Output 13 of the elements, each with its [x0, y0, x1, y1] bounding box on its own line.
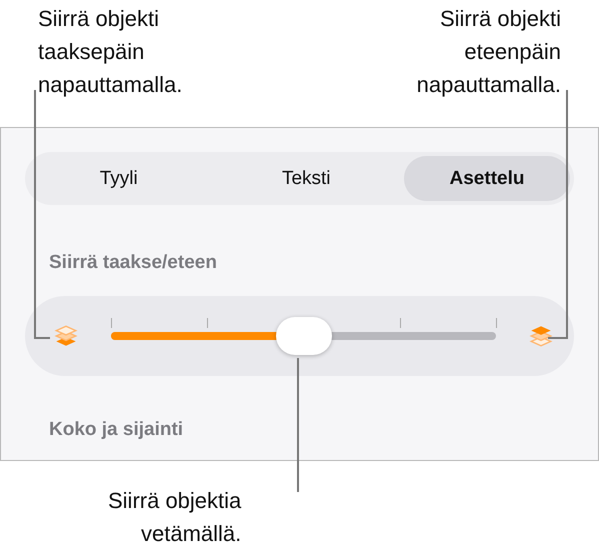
callout-text: Siirrä objektia vetämällä.	[108, 487, 242, 548]
tab[interactable]: Teksti	[216, 156, 396, 201]
callout-text: Siirrä objekti taaksepäin napauttamalla.	[38, 5, 182, 99]
tick-mark	[496, 318, 497, 328]
tab[interactable]: Tyyli	[29, 156, 208, 201]
callout-text: Siirrä objekti eteenpäin napauttamalla.	[416, 5, 561, 99]
section-heading: Koko ja sijainti	[49, 419, 184, 442]
section-heading: Siirrä taakse/eteen	[49, 252, 218, 275]
tick-mark	[207, 318, 208, 328]
tick-mark	[400, 318, 401, 328]
tab[interactable]: Asettelu	[404, 156, 570, 201]
slider-thumb[interactable]	[276, 317, 332, 355]
tick-mark	[111, 318, 112, 328]
